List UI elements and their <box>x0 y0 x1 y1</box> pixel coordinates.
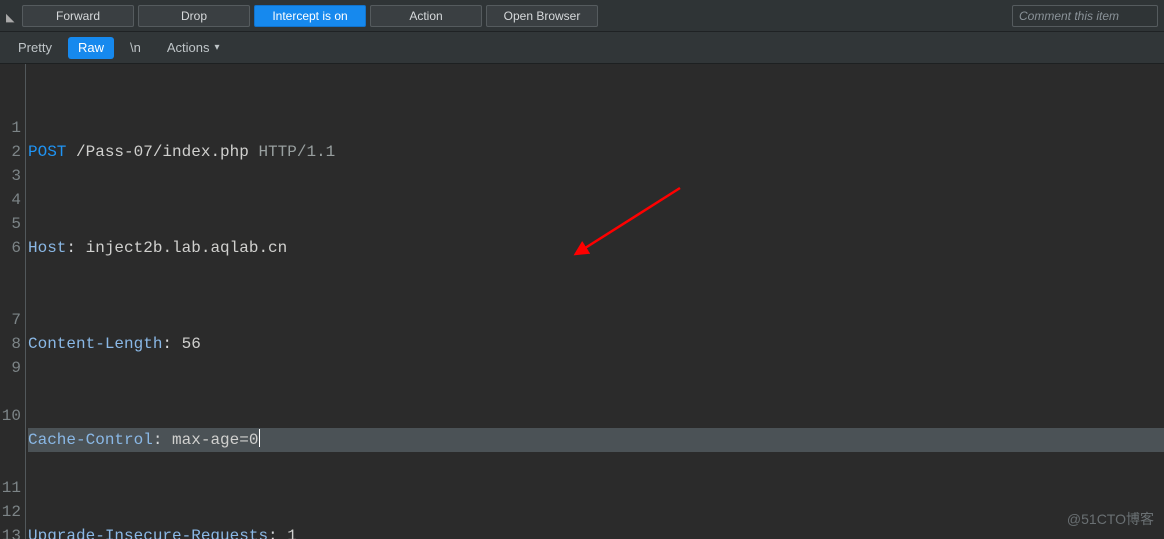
header-upgrade-insecure-requests: Upgrade-Insecure-Requests: 1 <box>28 524 1164 539</box>
corner-tri-icon: ◣ <box>6 11 16 21</box>
text-caret <box>259 429 260 447</box>
header-cache-control: Cache-Control: max-age=0 <box>28 428 1164 452</box>
raw-tab[interactable]: Raw <box>68 37 114 59</box>
actions-dropdown[interactable]: Actions ▾ <box>157 37 230 59</box>
action-button[interactable]: Action <box>370 5 482 27</box>
actions-label: Actions <box>167 40 210 55</box>
forward-button[interactable]: Forward <box>22 5 134 27</box>
code-pane[interactable]: POST /Pass-07/index.php HTTP/1.1 Host: i… <box>26 64 1164 539</box>
view-toolbar: Pretty Raw \n Actions ▾ <box>0 32 1164 64</box>
open-browser-button[interactable]: Open Browser <box>486 5 598 27</box>
comment-input[interactable] <box>1012 5 1158 27</box>
intercept-toggle-button[interactable]: Intercept is on <box>254 5 366 27</box>
request-editor[interactable]: 123456 78910 1112131415 POST /Pass-07/in… <box>0 64 1164 539</box>
header-content-length: Content-Length: 56 <box>28 332 1164 356</box>
header-host: Host: inject2b.lab.aqlab.cn <box>28 236 1164 260</box>
line-gutter: 123456 78910 1112131415 <box>0 64 26 539</box>
main-toolbar: ◣ Forward Drop Intercept is on Action Op… <box>0 0 1164 32</box>
drop-button[interactable]: Drop <box>138 5 250 27</box>
chevron-down-icon: ▾ <box>214 42 219 53</box>
newline-toggle[interactable]: \n <box>120 37 151 59</box>
pretty-tab[interactable]: Pretty <box>8 37 62 59</box>
request-line: POST /Pass-07/index.php HTTP/1.1 <box>28 140 1164 164</box>
watermark: @51CTO博客 <box>1067 509 1154 529</box>
